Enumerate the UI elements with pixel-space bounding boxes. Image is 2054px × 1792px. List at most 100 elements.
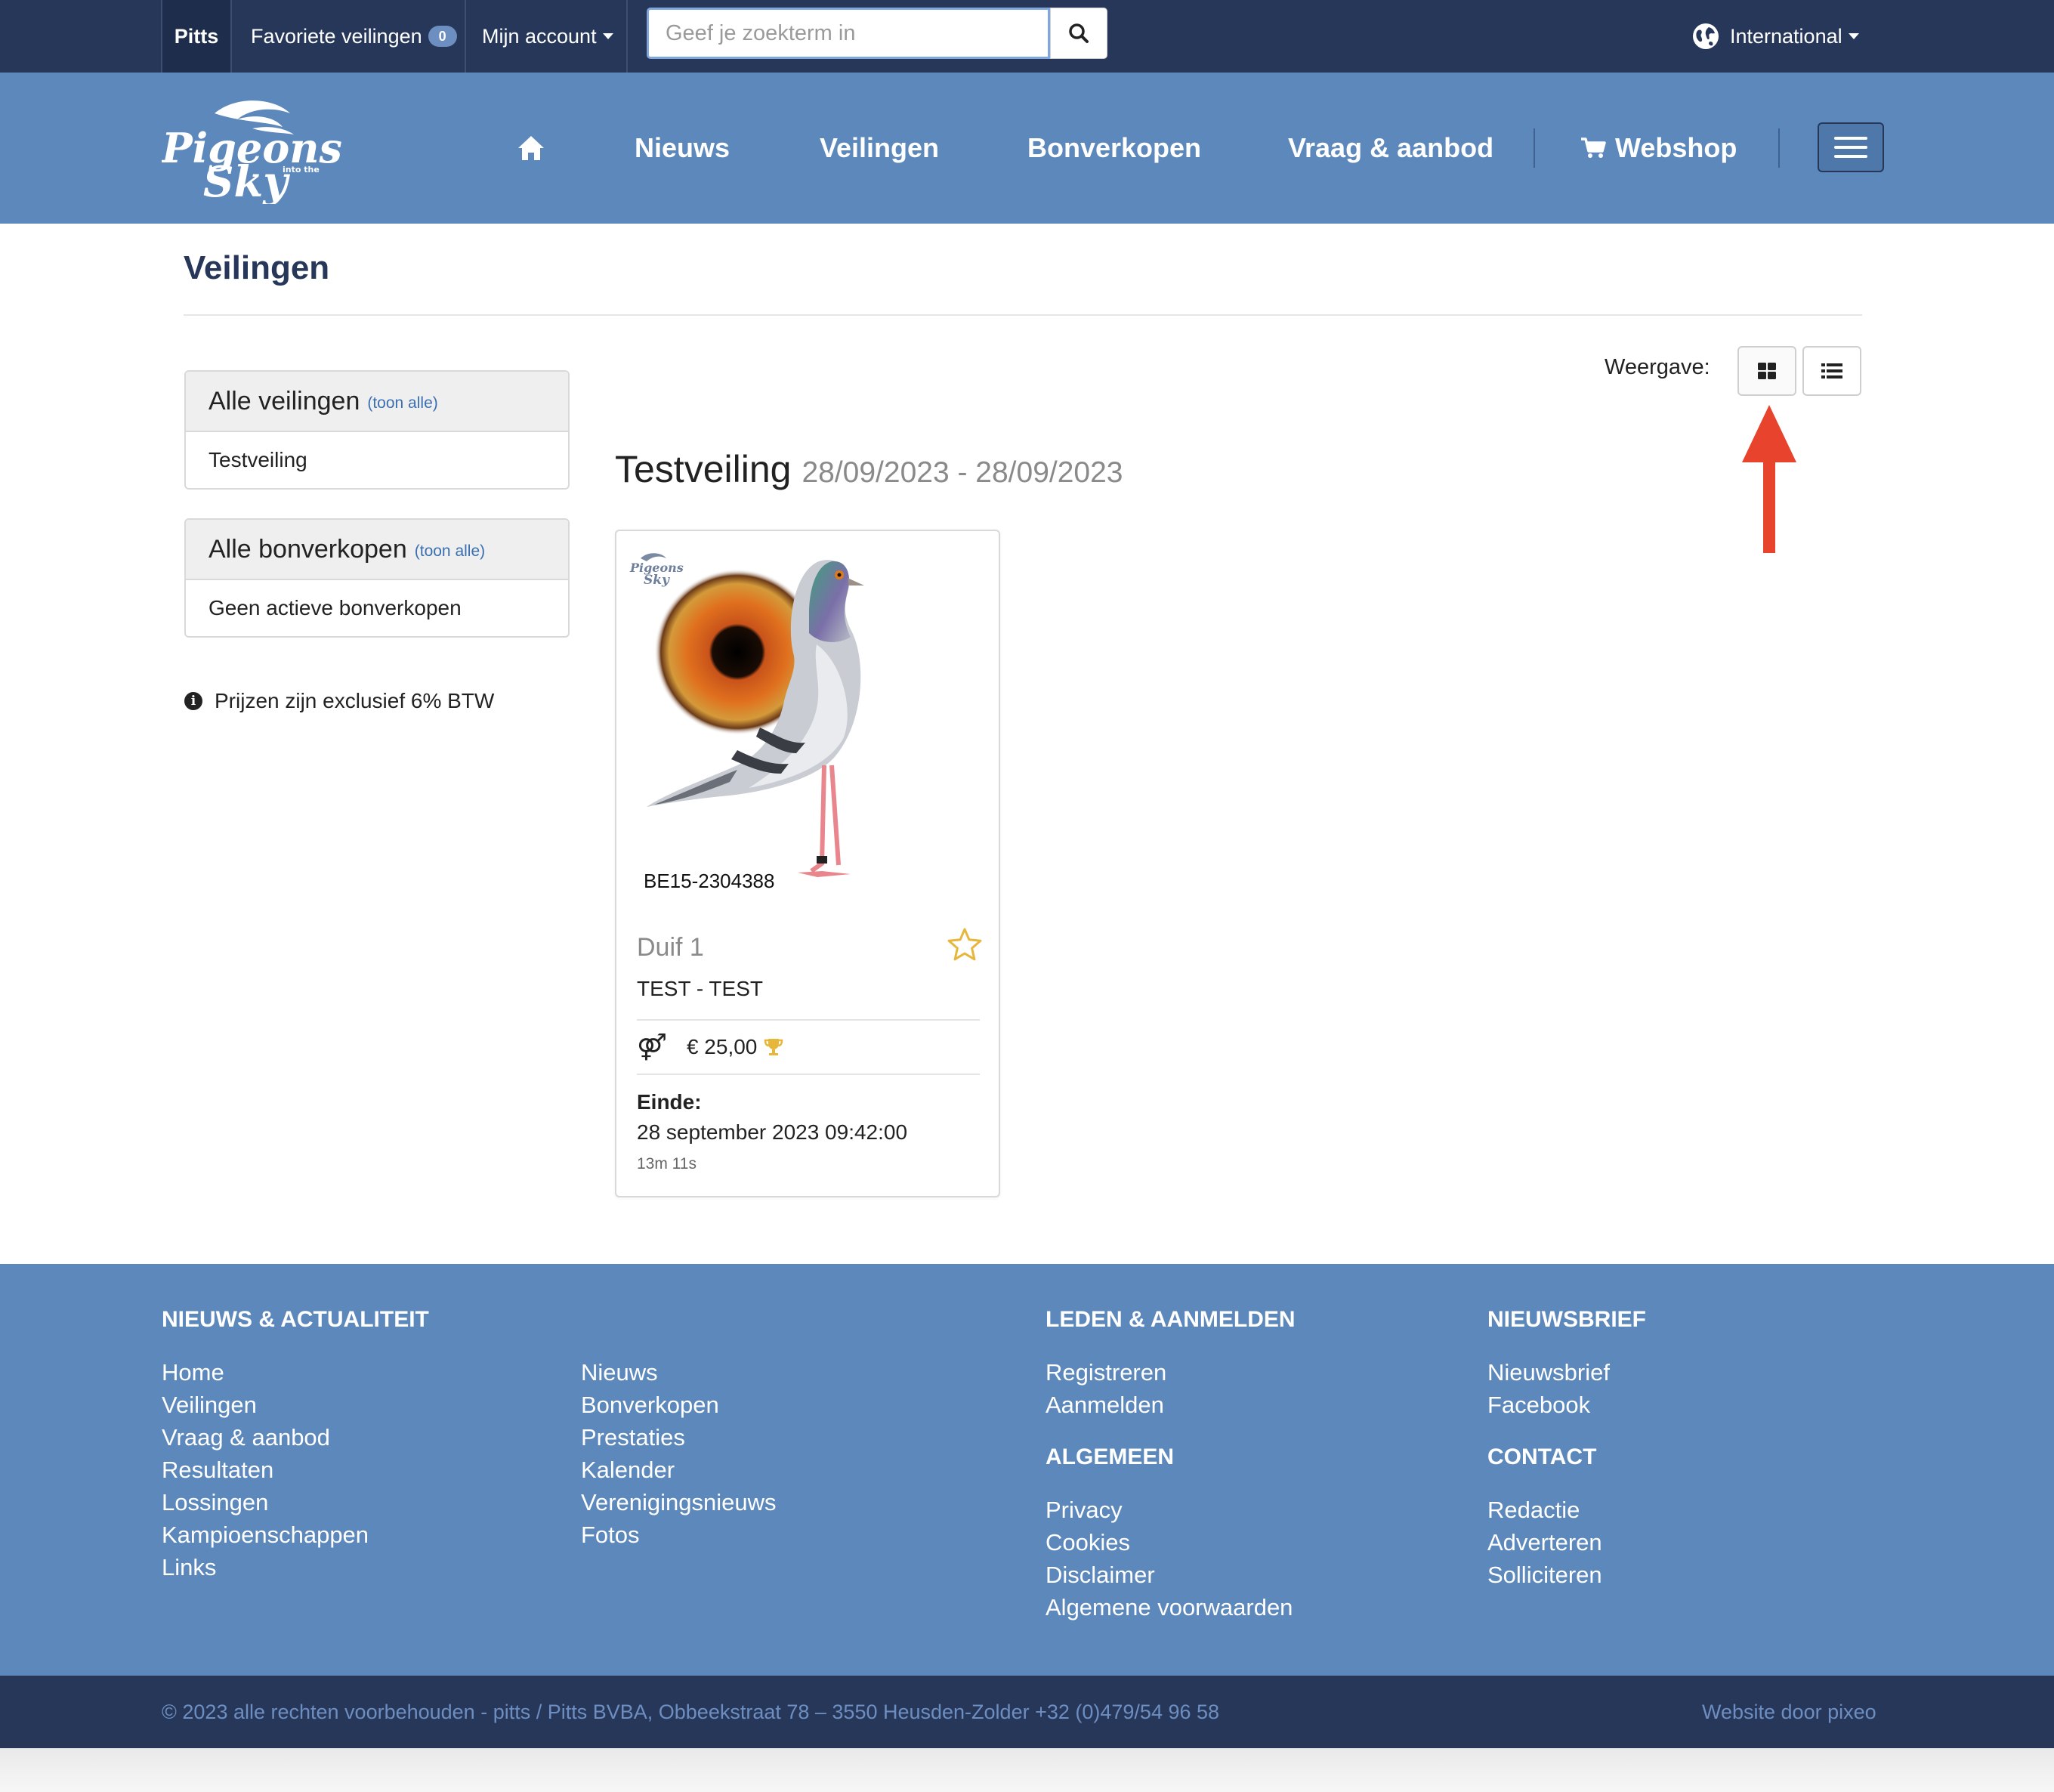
- lot-subtitle: TEST - TEST: [637, 977, 763, 1000]
- auction-name: Testveiling: [615, 448, 792, 490]
- footer-heading: NIEUWS & ACTUALITEIT: [162, 1307, 429, 1332]
- search-button[interactable]: [1050, 8, 1107, 59]
- nav-bonverkopen[interactable]: Bonverkopen: [1027, 73, 1201, 224]
- svg-text:Sky: Sky: [203, 157, 290, 204]
- menu-toggle-button[interactable]: [1818, 122, 1884, 172]
- footer-link[interactable]: Nieuws: [581, 1356, 777, 1389]
- vat-note: i Prijzen zijn exclusief 6% BTW: [184, 689, 494, 713]
- footer-link[interactable]: Aanmelden: [1046, 1389, 1296, 1421]
- footer-col-newsletter: NIEUWSBRIEF Nieuwsbrief Facebook CONTACT…: [1487, 1303, 1646, 1591]
- footer-heading: LEDEN & AANMELDEN: [1046, 1307, 1296, 1332]
- footer-link[interactable]: Bonverkopen: [581, 1389, 777, 1421]
- footer-link[interactable]: Verenigingsnieuws: [581, 1486, 777, 1519]
- footer-link[interactable]: Adverteren: [1487, 1526, 1646, 1559]
- footer-link[interactable]: Solliciteren: [1487, 1559, 1646, 1591]
- footer-link[interactable]: Kalender: [581, 1454, 777, 1486]
- footer-link[interactable]: Veilingen: [162, 1389, 429, 1421]
- show-all-bonverkopen-link[interactable]: (toon alle): [415, 542, 485, 561]
- nav-webshop[interactable]: Webshop: [1580, 73, 1737, 224]
- footer-heading: NIEUWSBRIEF: [1487, 1307, 1646, 1332]
- nav-divider: [1778, 128, 1780, 168]
- footer-link[interactable]: Home: [162, 1356, 429, 1389]
- footer-link[interactable]: Lossingen: [162, 1486, 429, 1519]
- favorites-label: Favoriete veilingen: [251, 24, 422, 48]
- pigeon-photo[interactable]: Pigeons Sky: [624, 539, 991, 912]
- user-menu[interactable]: Pitts: [161, 0, 232, 73]
- footer-link[interactable]: Links: [162, 1551, 429, 1583]
- search-form: [647, 8, 1107, 59]
- info-icon: i: [184, 692, 202, 710]
- nav-label: Bonverkopen: [1027, 132, 1202, 163]
- language-label: International: [1730, 24, 1842, 48]
- footer-col-news: NIEUWS & ACTUALITEIT Home Veilingen Vraa…: [162, 1303, 429, 1583]
- footer-link[interactable]: Vraag & aanbod: [162, 1421, 429, 1454]
- auctions-panel-header: Alle veilingen (toon alle): [186, 372, 568, 432]
- vat-note-text: Prijzen zijn exclusief 6% BTW: [215, 689, 495, 712]
- countdown-timer: 13m 11s: [637, 1155, 697, 1173]
- nav-veilingen[interactable]: Veilingen: [820, 73, 939, 224]
- auctions-panel-title: Alle veilingen: [208, 386, 360, 416]
- divider: [637, 1074, 980, 1075]
- footer-link[interactable]: Privacy: [1046, 1494, 1296, 1526]
- search-icon: [1069, 23, 1089, 43]
- credit-link[interactable]: Website door pixeo: [1702, 1676, 1876, 1748]
- footer-link[interactable]: Facebook: [1487, 1389, 1646, 1421]
- price-row: ⚤ € 25,00: [637, 1034, 784, 1060]
- copyright-text: © 2023 alle rechten voorbehouden - pitts…: [162, 1700, 1220, 1723]
- top-bar: Pitts Favoriete veilingen 0 Mijn account…: [0, 0, 2054, 73]
- footer-link[interactable]: Nieuwsbrief: [1487, 1356, 1646, 1389]
- auctions-panel: Alle veilingen (toon alle) Testveiling: [184, 370, 570, 490]
- view-mode-label: Weergave:: [1605, 355, 1710, 379]
- nav-nieuws[interactable]: Nieuws: [635, 73, 730, 224]
- footer-link[interactable]: Cookies: [1046, 1526, 1296, 1559]
- footer-link[interactable]: Fotos: [581, 1519, 777, 1551]
- bonverkopen-panel: Alle bonverkopen (toon alle) Geen actiev…: [184, 518, 570, 638]
- globe-icon: [1693, 23, 1719, 49]
- favorites-link[interactable]: Favoriete veilingen 0: [233, 0, 466, 73]
- browser-bottom-edge: [0, 1748, 2054, 1792]
- footer-link[interactable]: Algemene voorwaarden: [1046, 1591, 1296, 1624]
- auction-dates: 28/09/2023 - 28/09/2023: [802, 456, 1123, 489]
- nav-label: Webshop: [1615, 132, 1737, 163]
- list-view-button[interactable]: [1802, 346, 1861, 396]
- language-dropdown[interactable]: International: [1692, 0, 1873, 73]
- show-all-auctions-link[interactable]: (toon alle): [367, 394, 437, 412]
- divider: [184, 314, 1862, 316]
- nav-divider: [1534, 128, 1535, 168]
- favorite-star-icon[interactable]: [947, 927, 982, 962]
- footer-link[interactable]: Prestaties: [581, 1421, 777, 1454]
- cart-icon: [1581, 137, 1606, 158]
- account-label: Mijn account: [482, 24, 597, 48]
- footer-link[interactable]: Registreren: [1046, 1356, 1296, 1389]
- bonverkopen-panel-header: Alle bonverkopen (toon alle): [186, 520, 568, 580]
- caret-down-icon: [602, 33, 613, 39]
- lot-price: € 25,00: [686, 1035, 758, 1058]
- footer-heading: ALGEMEEN: [1046, 1444, 1175, 1469]
- nav-label: Veilingen: [820, 132, 940, 163]
- account-dropdown[interactable]: Mijn account: [468, 0, 628, 73]
- bonverkopen-empty-label: Geen actieve bonverkopen: [208, 596, 462, 619]
- main-header: Pigeons into the Sky Nieuws Veilingen Bo…: [0, 73, 2054, 224]
- lot-title[interactable]: Duif 1: [637, 933, 704, 962]
- nav-home[interactable]: [517, 73, 545, 224]
- trophy-icon: [764, 1039, 783, 1055]
- list-view-icon: [1821, 363, 1842, 378]
- footer-link[interactable]: Disclaimer: [1046, 1559, 1296, 1591]
- end-datetime: 28 september 2023 09:42:00: [637, 1120, 908, 1144]
- search-input[interactable]: [647, 8, 1050, 59]
- auction-list-item[interactable]: Testveiling: [186, 432, 568, 488]
- copyright-bar: © 2023 alle rechten voorbehouden - pitts…: [0, 1676, 2054, 1748]
- footer-link[interactable]: Kampioenschappen: [162, 1519, 429, 1551]
- pigeons-into-the-sky-logo[interactable]: Pigeons into the Sky: [162, 91, 351, 204]
- nav-label: Nieuws: [635, 132, 730, 163]
- bonverkopen-panel-title: Alle bonverkopen: [208, 534, 407, 564]
- menu-icon: [1834, 137, 1867, 140]
- footer-link[interactable]: Redactie: [1487, 1494, 1646, 1526]
- lot-card[interactable]: Pigeons Sky BE15-2304388 Duif 1 TEST - T…: [615, 530, 1000, 1197]
- gender-icon: ⚤: [637, 1033, 667, 1061]
- favorites-count-badge: 0: [428, 26, 457, 47]
- grid-view-button[interactable]: [1737, 346, 1796, 396]
- nav-vraag-aanbod[interactable]: Vraag & aanbod: [1288, 73, 1493, 224]
- nav-label: Vraag & aanbod: [1288, 132, 1494, 163]
- footer-link[interactable]: Resultaten: [162, 1454, 429, 1486]
